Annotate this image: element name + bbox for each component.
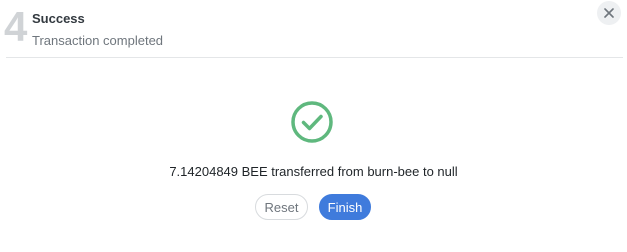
- step-header: 4 Success Transaction completed: [0, 0, 627, 57]
- reset-button[interactable]: Reset: [255, 194, 308, 220]
- close-icon: [604, 8, 614, 18]
- close-button[interactable]: [597, 1, 621, 25]
- header-divider: [6, 57, 623, 58]
- transfer-dialog: 4 Success Transaction completed 7.142048…: [0, 0, 627, 252]
- step-subtitle: Transaction completed: [32, 33, 164, 48]
- finish-button[interactable]: Finish: [319, 194, 371, 220]
- transfer-result-message: 7.14204849 BEE transferred from burn-bee…: [169, 164, 458, 179]
- check-circle-icon: [291, 101, 333, 143]
- step-title: Success: [32, 11, 85, 26]
- step-number: 4: [4, 3, 28, 50]
